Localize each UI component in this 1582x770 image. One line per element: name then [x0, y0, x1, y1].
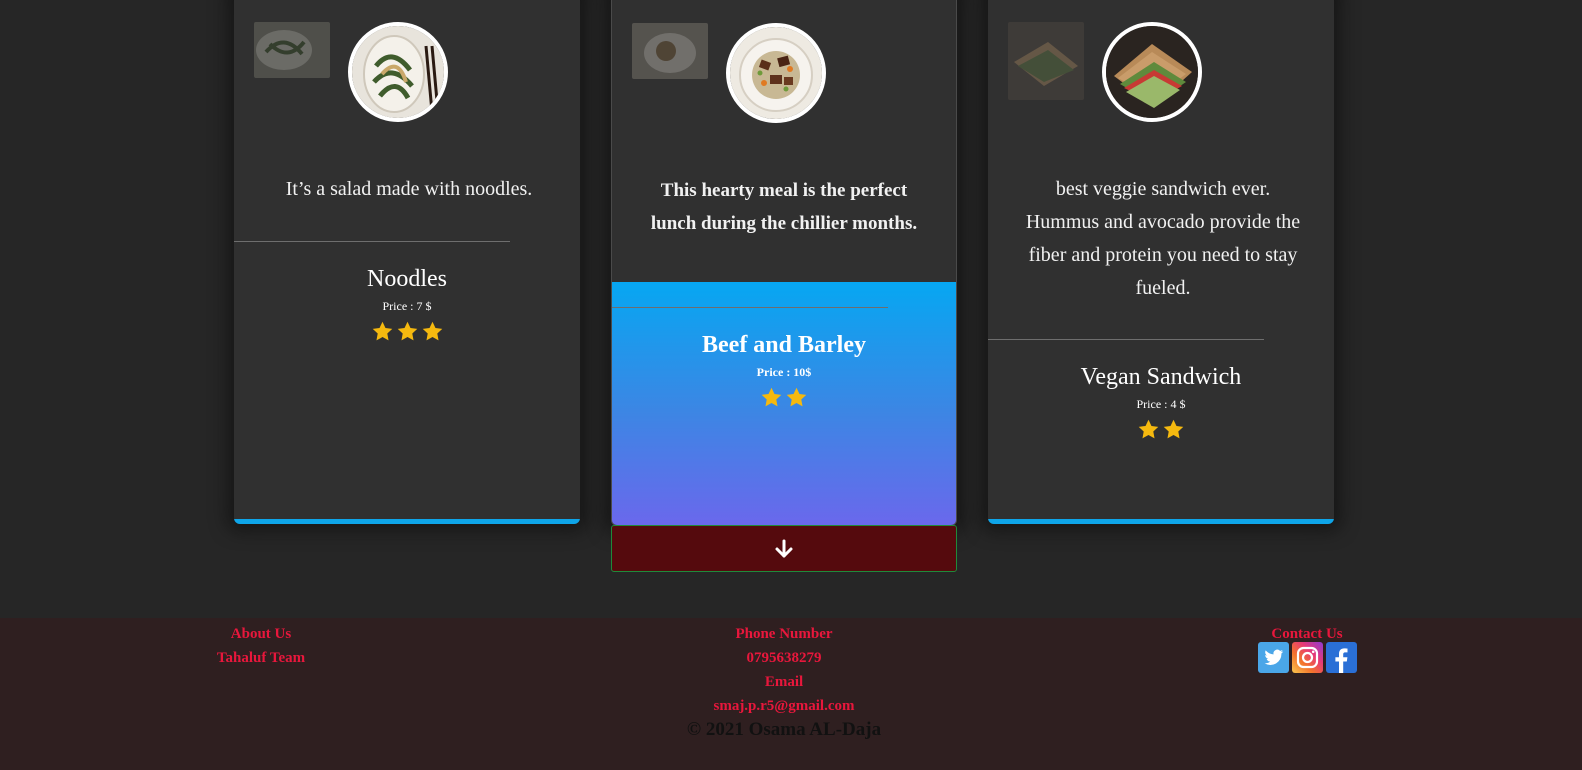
card-accent-bar [234, 519, 580, 524]
card-divider [234, 241, 510, 242]
beef-and-barley-dish-image [726, 23, 826, 123]
twitter-icon[interactable] [1258, 642, 1289, 673]
card-price: Price : 7 $ [382, 299, 432, 313]
phone-heading: Phone Number [735, 626, 833, 642]
email-heading: Email [764, 674, 804, 690]
star-icon [372, 321, 392, 341]
noodles-dish-image [348, 22, 448, 122]
email-link[interactable]: smaj.p.r5@gmail.com [684, 694, 884, 718]
noodles-thumbnail-image [254, 22, 330, 78]
card-description: It’s a salad made with noodles. [285, 178, 533, 200]
star-icon [786, 387, 807, 407]
beef-thumbnail-image [632, 23, 708, 79]
footer-about-column: About Us Tahaluf Team [190, 622, 332, 670]
rating-stars [234, 320, 580, 346]
card-price: Price : 4 $ [1136, 397, 1186, 411]
card-description: best veggie sandwich ever. Hummus and av… [1025, 178, 1301, 299]
phone-number: 0795638279 [746, 650, 822, 666]
tahaluf-team-link[interactable]: Tahaluf Team [190, 646, 332, 670]
card-divider [612, 307, 888, 308]
star-icon [1163, 419, 1184, 439]
menu-card-vegan-sandwich[interactable]: best veggie sandwich ever. Hummus and av… [988, 0, 1334, 524]
site-footer: About Us Tahaluf Team Phone Number 07956… [0, 618, 1582, 770]
star-icon [1138, 419, 1159, 439]
arrow-down-icon [775, 539, 793, 557]
star-icon [761, 387, 782, 407]
scroll-down-button[interactable] [611, 525, 957, 572]
card-title: Beef and Barley [702, 332, 866, 358]
card-price: Price : 10$ [756, 365, 812, 379]
rating-stars [612, 386, 956, 412]
social-links [1258, 642, 1357, 673]
card-description: This hearty meal is the perfect lunch du… [650, 180, 918, 234]
card-accent-bar [988, 519, 1334, 524]
star-icon [397, 321, 417, 341]
card-divider [988, 339, 1264, 340]
instagram-icon[interactable] [1292, 642, 1323, 673]
copyright-text: © 2021 Osama AL-Daja [686, 719, 882, 740]
facebook-icon[interactable] [1326, 642, 1357, 673]
sandwich-thumbnail-image [1008, 22, 1084, 100]
card-title: Noodles [367, 266, 447, 292]
menu-card-noodles[interactable]: It’s a salad made with noodles. Noodles … [234, 0, 580, 524]
vegan-sandwich-dish-image [1102, 22, 1202, 122]
about-us-heading: About Us [230, 626, 292, 642]
rating-stars [988, 418, 1334, 444]
menu-card-beef-and-barley[interactable]: This hearty meal is the perfect lunch du… [611, 0, 957, 526]
star-icon [422, 321, 442, 341]
footer-contact-info-column: Phone Number 0795638279 Email smaj.p.r5@… [684, 622, 884, 718]
card-title: Vegan Sandwich [1080, 364, 1242, 390]
